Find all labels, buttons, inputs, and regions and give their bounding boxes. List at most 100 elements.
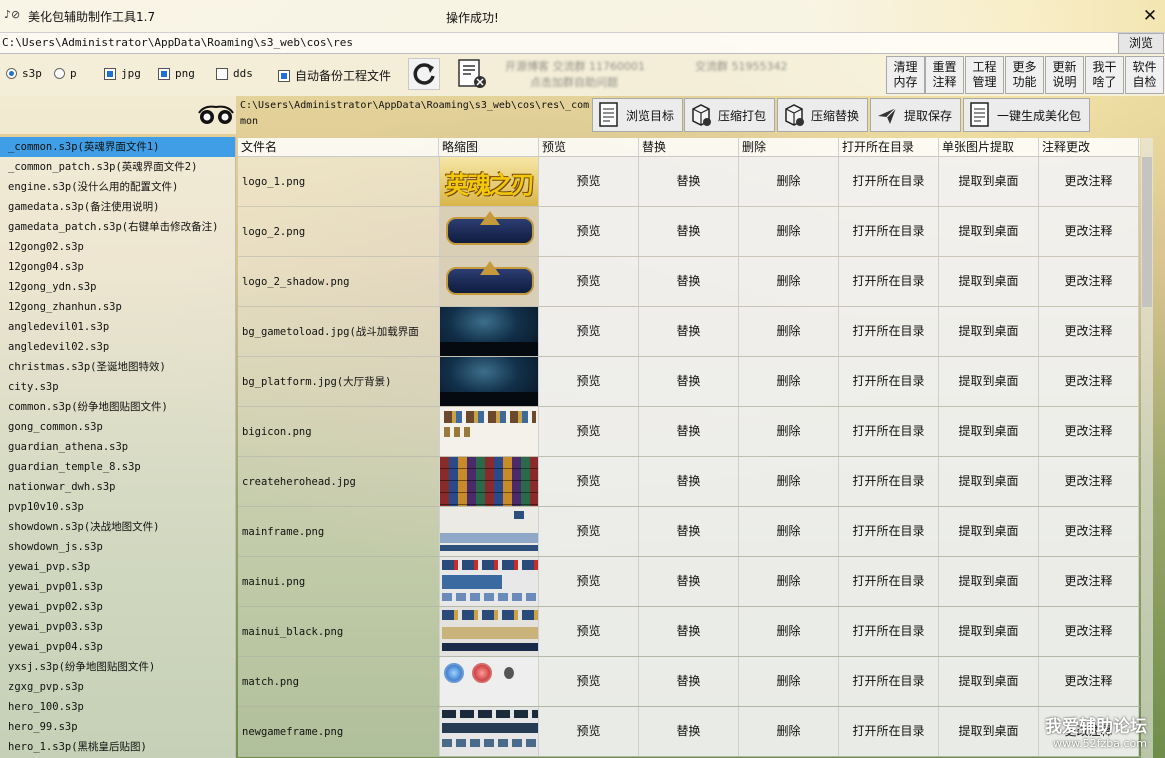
extract-button[interactable]: 提取到桌面 [939,307,1039,356]
preview-button[interactable]: 预览 [539,657,639,706]
file-list-item[interactable]: gamedata_patch.s3p(右键单击修改备注) [0,217,235,237]
file-list-item[interactable]: hero_1.s3p(黑桃皇后贴图) [0,737,235,757]
self-check-button[interactable]: 软件 自检 [1125,56,1164,94]
browse-button[interactable]: 浏览 [1118,33,1164,54]
filter-checkbox-dds[interactable]: dds [216,67,253,80]
replace-button[interactable]: 替换 [639,357,739,406]
preview-button[interactable]: 预览 [539,307,639,356]
edit-note-button[interactable]: 更改注释 [1039,657,1139,706]
extract-button[interactable]: 提取到桌面 [939,507,1039,556]
open-dir-button[interactable]: 打开所在目录 [839,607,939,656]
filter-checkbox-jpg[interactable]: jpg [104,67,141,80]
extract-save-button[interactable]: 提取保存 [870,98,962,132]
clear-memory-button[interactable]: 清理 内存 [886,56,925,94]
file-list-item[interactable]: hero_100.s3p [0,697,235,717]
preview-button[interactable]: 预览 [539,457,639,506]
file-list-item[interactable]: hero_99.s3p [0,717,235,737]
open-dir-button[interactable]: 打开所在目录 [839,557,939,606]
file-list-item[interactable]: _common.s3p(英魂界面文件1) [0,137,235,157]
open-dir-button[interactable]: 打开所在目录 [839,707,939,756]
what-did-i-do-button[interactable]: 我干 啥了 [1085,56,1124,94]
file-list-item[interactable]: 12gong_ydn.s3p [0,277,235,297]
replace-button[interactable]: 替换 [639,207,739,256]
delete-button[interactable]: 删除 [739,307,839,356]
replace-button[interactable]: 替换 [639,557,739,606]
preview-button[interactable]: 预览 [539,507,639,556]
file-list-item[interactable]: 12gong_zhanhun.s3p [0,297,235,317]
open-dir-button[interactable]: 打开所在目录 [839,307,939,356]
edit-note-button[interactable]: 更改注释 [1039,207,1139,256]
file-list-item[interactable]: christmas.s3p(圣诞地图特效) [0,357,235,377]
compress-pack-button[interactable]: 压缩打包 [684,98,776,132]
reset-notes-button[interactable]: 重置 注释 [925,56,964,94]
file-list-item[interactable]: engine.s3p(没什么用的配置文件) [0,177,235,197]
checkbox-checked-icon[interactable] [278,69,290,82]
replace-button[interactable]: 替换 [639,507,739,556]
open-dir-button[interactable]: 打开所在目录 [839,657,939,706]
replace-button[interactable]: 替换 [639,457,739,506]
replace-button[interactable]: 替换 [639,307,739,356]
delete-button[interactable]: 删除 [739,257,839,306]
edit-note-button[interactable]: 更改注释 [1039,257,1139,306]
file-list-item[interactable]: pvp10v10.s3p [0,497,235,517]
extract-button[interactable]: 提取到桌面 [939,157,1039,206]
open-dir-button[interactable]: 打开所在目录 [839,407,939,456]
checkbox-checked-icon[interactable] [158,67,170,80]
open-dir-button[interactable]: 打开所在目录 [839,457,939,506]
auto-backup-checkbox[interactable]: 自动备份工程文件 [278,67,391,84]
edit-note-button[interactable]: 更改注释 [1039,357,1139,406]
file-list-item[interactable]: yewai_pvp02.s3p [0,597,235,617]
edit-note-button[interactable]: 更改注释 [1039,607,1139,656]
delete-button[interactable]: 删除 [739,407,839,456]
checkbox-icon[interactable] [216,67,228,80]
radio-icon[interactable] [54,68,65,79]
preview-button[interactable]: 预览 [539,607,639,656]
edit-note-button[interactable]: 更改注释 [1039,157,1139,206]
replace-button[interactable]: 替换 [639,407,739,456]
preview-button[interactable]: 预览 [539,257,639,306]
delete-button[interactable]: 删除 [739,457,839,506]
open-dir-button[interactable]: 打开所在目录 [839,507,939,556]
file-list-item[interactable]: 12gong04.s3p [0,257,235,277]
file-list-item[interactable]: gamedata.s3p(备注使用说明) [0,197,235,217]
file-list-item[interactable]: angledevil02.s3p [0,337,235,357]
file-list-item[interactable]: yewai_pvp03.s3p [0,617,235,637]
file-list-item[interactable]: gong_common.s3p [0,417,235,437]
root-path-input[interactable] [2,36,1112,49]
format-radio-s3p[interactable]: s3p [6,67,42,80]
file-list-item[interactable]: zgxg_pvp.s3p [0,677,235,697]
extract-button[interactable]: 提取到桌面 [939,407,1039,456]
extract-button[interactable]: 提取到桌面 [939,357,1039,406]
more-features-button[interactable]: 更多 功能 [1005,56,1044,94]
file-list-item[interactable]: nationwar_dwh.s3p [0,477,235,497]
glasses-icon[interactable] [196,97,236,133]
file-list-item[interactable]: city.s3p [0,377,235,397]
extract-button[interactable]: 提取到桌面 [939,607,1039,656]
file-list[interactable]: _common.s3p(英魂界面文件1) _common_patch.s3p(英魂… [0,137,236,758]
file-list-item[interactable]: yewai_pvp04.s3p [0,637,235,657]
file-list-item[interactable]: _common_patch.s3p(英魂界面文件2) [0,157,235,177]
close-button[interactable]: ✕ [1140,6,1160,26]
open-dir-button[interactable]: 打开所在目录 [839,207,939,256]
replace-button[interactable]: 替换 [639,257,739,306]
edit-note-button[interactable]: 更改注释 [1039,457,1139,506]
delete-button[interactable]: 删除 [739,657,839,706]
file-list-item[interactable]: yxsj.s3p(纷争地图贴图文件) [0,657,235,677]
preview-button[interactable]: 预览 [539,207,639,256]
file-list-item[interactable]: angledevil01.s3p [0,317,235,337]
delete-button[interactable]: 删除 [739,207,839,256]
file-list-item[interactable]: showdown_js.s3p [0,537,235,557]
delete-button[interactable]: 删除 [739,507,839,556]
delete-button[interactable]: 删除 [739,607,839,656]
filter-checkbox-png[interactable]: png [158,67,195,80]
browse-target-button[interactable]: 浏览目标 [592,98,684,132]
file-list-item[interactable]: showdown.s3p(决战地图文件) [0,517,235,537]
open-dir-button[interactable]: 打开所在目录 [839,357,939,406]
replace-button[interactable]: 替换 [639,157,739,206]
file-list-item[interactable]: guardian_athena.s3p [0,437,235,457]
open-dir-button[interactable]: 打开所在目录 [839,257,939,306]
extract-button[interactable]: 提取到桌面 [939,207,1039,256]
scrollbar-thumb[interactable] [1142,157,1152,307]
preview-button[interactable]: 预览 [539,357,639,406]
preview-button[interactable]: 预览 [539,157,639,206]
